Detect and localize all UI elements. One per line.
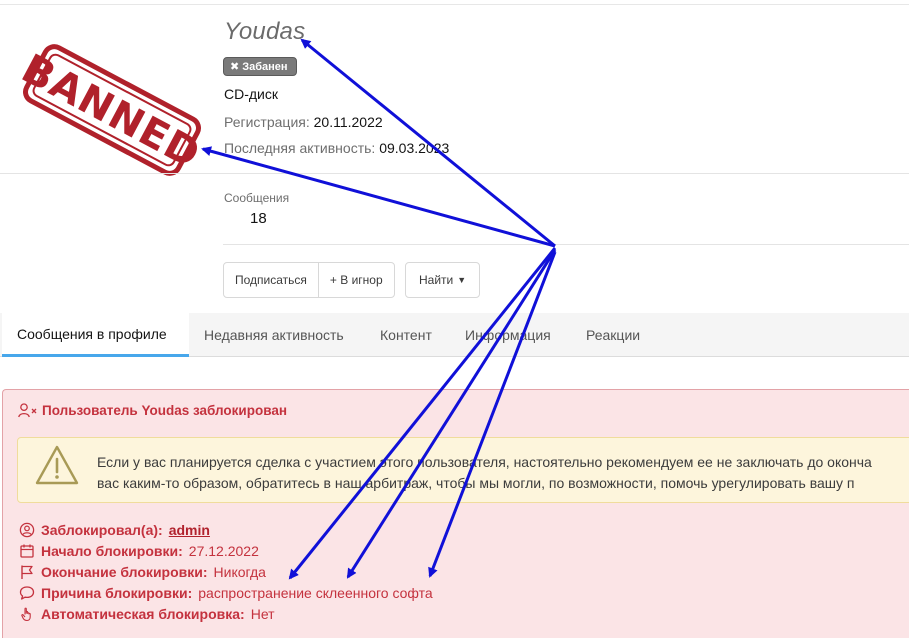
profile-action-group: Подписаться + В игнор bbox=[223, 262, 395, 298]
ban-reason-value: распространение склеенного софта bbox=[198, 584, 433, 601]
warning-line-1: Если у вас планируется сделка с участием… bbox=[97, 454, 872, 470]
find-button-label: Найти bbox=[419, 273, 454, 287]
user-circle-icon bbox=[19, 522, 35, 537]
last-activity-label: Последняя активность: bbox=[224, 140, 376, 156]
flag-icon bbox=[21, 565, 33, 579]
ban-start-label: Начало блокировки: bbox=[41, 542, 183, 559]
ignore-button[interactable]: + В игнор bbox=[317, 263, 394, 297]
ban-notice-title: Пользователь Youdas заблокирован bbox=[18, 403, 287, 418]
ban-details: Заблокировал(а): admin Начало блокировки… bbox=[19, 519, 433, 624]
messages-stat-label: Сообщения bbox=[224, 191, 290, 205]
registration-value: 20.11.2022 bbox=[313, 114, 383, 130]
calendar-icon bbox=[20, 544, 34, 558]
ban-reason-row: Причина блокировки: распространение скле… bbox=[19, 582, 433, 603]
ban-title-text: Пользователь Youdas заблокирован bbox=[42, 403, 288, 418]
warning-text: Если у вас планируется сделка с участием… bbox=[97, 452, 909, 494]
profile-tabs: Сообщения в профиле Недавняя активность … bbox=[0, 313, 909, 357]
status-badge: ✖ Забанен bbox=[223, 57, 297, 76]
username[interactable]: Youdas bbox=[224, 18, 305, 46]
divider bbox=[0, 173, 909, 174]
divider bbox=[223, 244, 909, 245]
auto-ban-value: Нет bbox=[250, 605, 275, 622]
messages-stat-value[interactable]: 18 bbox=[250, 210, 267, 227]
registration-label: Регистрация: bbox=[224, 114, 310, 130]
last-activity-info: Последняя активность: 09.03.2023 bbox=[224, 140, 449, 156]
auto-ban-row: Автоматическая блокировка: Нет bbox=[19, 603, 433, 624]
registration-info: Регистрация: 20.11.2022 bbox=[224, 114, 383, 130]
header-divider bbox=[0, 4, 909, 5]
find-button[interactable]: Найти ▼ bbox=[405, 262, 481, 298]
ban-end-row: Окончание блокировки: Никогда bbox=[19, 561, 433, 582]
banned-stamp-image: BANNED bbox=[18, 44, 206, 178]
tab-profile-posts[interactable]: Сообщения в профиле bbox=[2, 313, 189, 357]
tab-recent-activity[interactable]: Недавняя активность bbox=[189, 313, 359, 357]
ban-end-value: Никогда bbox=[213, 563, 266, 580]
warning-line-2: вас каким-то образом, обратитесь в наш а… bbox=[97, 475, 855, 491]
user-title: CD-диск bbox=[224, 86, 278, 102]
tab-reactions[interactable]: Реакции bbox=[571, 313, 655, 357]
hand-pointer-icon bbox=[21, 607, 31, 621]
tab-information[interactable]: Информация bbox=[450, 313, 566, 357]
ban-start-row: Начало блокировки: 27.12.2022 bbox=[19, 540, 433, 561]
status-badge-label: Забанен bbox=[242, 60, 288, 73]
close-icon: ✖ bbox=[230, 61, 240, 73]
warning-icon bbox=[35, 445, 79, 485]
caret-down-icon: ▼ bbox=[457, 275, 467, 285]
tab-content[interactable]: Контент bbox=[365, 313, 447, 357]
ban-end-label: Окончание блокировки: bbox=[41, 563, 208, 580]
avatar[interactable]: BANNED bbox=[18, 18, 206, 206]
auto-ban-label: Автоматическая блокировка: bbox=[41, 605, 245, 622]
banned-by-row: Заблокировал(а): admin bbox=[19, 519, 433, 540]
ban-reason-label: Причина блокировки: bbox=[41, 584, 193, 601]
banned-by-link[interactable]: admin bbox=[169, 522, 210, 538]
last-activity-value[interactable]: 09.03.2023 bbox=[379, 140, 449, 156]
follow-button[interactable]: Подписаться bbox=[224, 263, 318, 297]
user-banned-icon bbox=[18, 403, 37, 418]
banned-by-label: Заблокировал(а): bbox=[41, 521, 163, 538]
ban-start-value: 27.12.2022 bbox=[188, 542, 259, 559]
comment-icon bbox=[19, 585, 35, 600]
